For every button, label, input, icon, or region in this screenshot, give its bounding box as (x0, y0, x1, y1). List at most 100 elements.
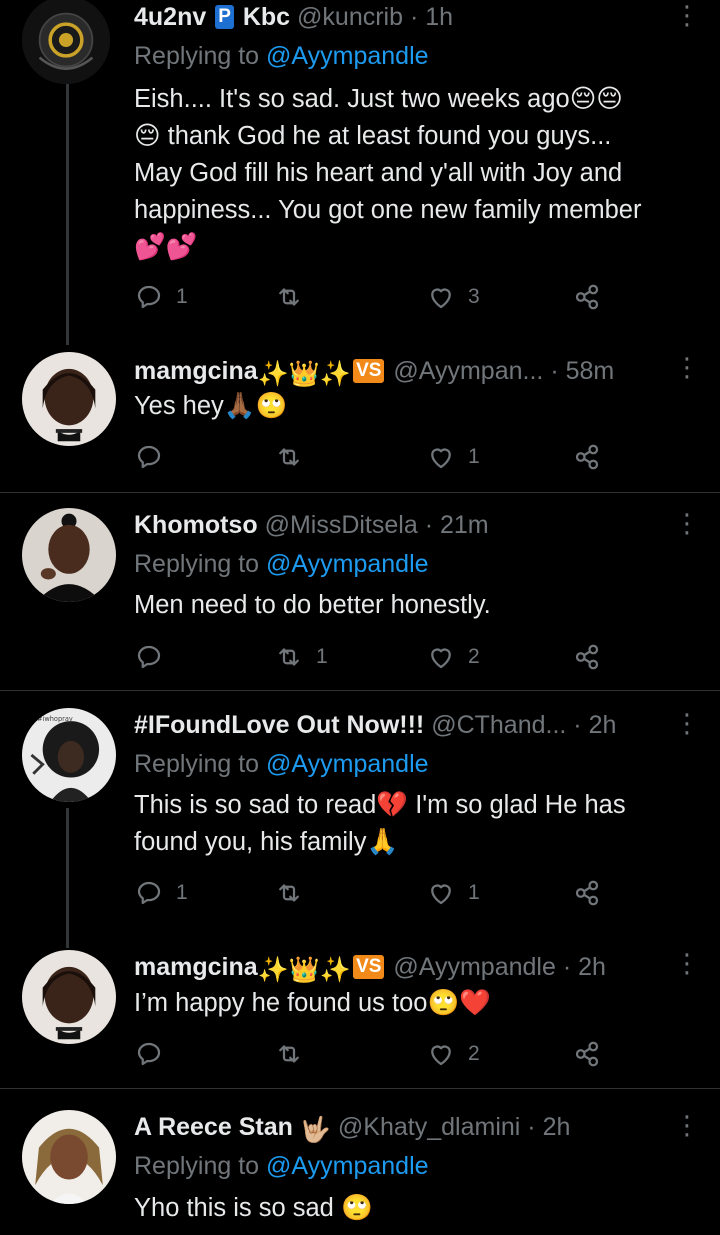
avatar[interactable] (22, 508, 116, 602)
user-handle[interactable]: @Khaty_dlamini (338, 1113, 520, 1141)
mention-link[interactable]: @Ayympandle (266, 42, 429, 70)
more-icon[interactable]: ⋮ (674, 1110, 700, 1140)
display-name[interactable]: 4u2nv (134, 3, 206, 31)
retweet-button[interactable] (274, 1034, 316, 1074)
name-emojis: 🤟🏼 (299, 1116, 331, 1144)
tweet-text-line: Yho this is so sad 🙄 (134, 1194, 373, 1222)
tweet-2[interactable]: mamgcina✨👑✨ VS @Ayympan... · 58m ⋮ Yes he… (0, 350, 720, 490)
retweet-icon (279, 648, 299, 666)
share-icon (575, 284, 599, 310)
user-handle[interactable]: @Ayympandle (393, 953, 556, 981)
timestamp[interactable]: 2h (543, 1113, 571, 1141)
heart-icon (431, 288, 451, 309)
tweet-6[interactable]: A Reece Stan 🤟🏼 @Khaty_dlamini · 2h ⋮ Re… (0, 1108, 720, 1235)
retweet-button[interactable] (274, 277, 316, 317)
tweet-5[interactable]: mamgcina✨👑✨ VS @Ayympandle · 2h ⋮ I’m hap… (0, 948, 720, 1088)
reply-button[interactable] (134, 1034, 176, 1074)
user-handle[interactable]: @CThand... (431, 711, 566, 739)
timestamp[interactable]: 2h (578, 953, 606, 981)
timestamp[interactable]: 1h (425, 3, 453, 31)
tweet-header: #IFoundLove Out Now!!! @CThand... · 2h (134, 708, 676, 742)
retweet-icon (279, 448, 299, 466)
tweet-4[interactable]: #iwhopray #IFoundLove Out Now!!! @CThand… (0, 706, 720, 946)
avatar[interactable]: #iwhopray (22, 708, 116, 802)
separator-dot: · (424, 511, 434, 539)
share-button[interactable] (572, 277, 602, 317)
retweet-button[interactable] (274, 437, 316, 477)
tweet-header: mamgcina✨👑✨ VS @Ayympan... · 58m (134, 354, 676, 388)
tweet-text: This is so sad to read💔 I'm so glad He h… (134, 787, 700, 861)
avatar-image (22, 950, 116, 1044)
display-name[interactable]: #IFoundLove Out Now!!! (134, 711, 424, 739)
display-name[interactable]: mamgcina (134, 357, 258, 385)
like-button[interactable]: 2 (426, 1034, 480, 1074)
separator-dot: · (409, 3, 419, 31)
reply-button[interactable]: 1 (134, 277, 188, 317)
share-icon (575, 880, 599, 906)
share-icon (575, 644, 599, 670)
divider (0, 492, 720, 493)
tweet-text: Yes hey🙏🏾🙄 (134, 388, 700, 425)
user-handle[interactable]: @kuncrib (297, 3, 403, 31)
replying-label: Replying to (134, 550, 267, 578)
more-icon[interactable]: ⋮ (674, 352, 700, 382)
tweet-3[interactable]: Khomotso @MissDitsela · 21m ⋮ Replying t… (0, 508, 720, 688)
display-name-suffix[interactable]: Kbc (243, 3, 290, 31)
avatar-image: #iwhopray (22, 708, 116, 802)
user-handle[interactable]: @Ayympan... (393, 357, 543, 385)
share-button[interactable] (572, 873, 602, 913)
tweet-text: Men need to do better honestly. (134, 587, 700, 624)
timestamp[interactable]: 2h (589, 711, 617, 739)
reply-button[interactable]: 1 (134, 873, 188, 913)
replying-to: Replying to @Ayympandle (134, 747, 690, 781)
tweet-header: Khomotso @MissDitsela · 21m (134, 508, 676, 542)
parking-badge: P (215, 5, 234, 29)
like-count: 1 (468, 881, 480, 904)
like-button[interactable]: 1 (426, 873, 480, 913)
divider (0, 1088, 720, 1089)
retweet-button[interactable] (274, 873, 316, 913)
avatar[interactable] (22, 950, 116, 1044)
action-bar: 2 (134, 1034, 614, 1074)
retweet-icon (279, 288, 299, 306)
tweet-text: I’m happy he found us too🙄❤️ (134, 985, 700, 1022)
vs-badge: VS (353, 359, 385, 383)
share-button[interactable] (572, 1034, 602, 1074)
avatar[interactable] (22, 0, 110, 84)
separator-dot: · (527, 1113, 536, 1141)
mention-link[interactable]: @Ayympandle (266, 750, 429, 778)
replying-label: Replying to (134, 750, 267, 778)
share-button[interactable] (572, 637, 602, 677)
display-name[interactable]: A Reece Stan (134, 1113, 293, 1141)
tweet-text-line: 😔 thank God he at least found you guys..… (134, 122, 612, 150)
avatar[interactable] (22, 352, 116, 446)
tweet-1[interactable]: 4u2nv P Kbc @kuncrib · 1h ⋮ Replying to … (0, 0, 720, 340)
tweet-header: A Reece Stan 🤟🏼 @Khaty_dlamini · 2h (134, 1110, 676, 1144)
like-button[interactable]: 3 (426, 277, 480, 317)
more-icon[interactable]: ⋮ (674, 0, 700, 30)
more-icon[interactable]: ⋮ (674, 948, 700, 978)
like-count: 2 (468, 645, 480, 668)
more-icon[interactable]: ⋮ (674, 708, 700, 738)
mention-link[interactable]: @Ayympandle (266, 1152, 429, 1180)
like-button[interactable]: 1 (426, 437, 480, 477)
share-button[interactable] (572, 437, 602, 477)
tweet-text: Yho this is so sad 🙄 (134, 1190, 700, 1227)
display-name[interactable]: Khomotso (134, 511, 258, 539)
avatar[interactable] (22, 1110, 116, 1204)
mention-link[interactable]: @Ayympandle (266, 550, 429, 578)
reply-button[interactable] (134, 637, 176, 677)
replying-to: Replying to @Ayympandle (134, 1149, 690, 1183)
retweet-icon (279, 1045, 299, 1063)
retweet-button[interactable]: 1 (274, 637, 328, 677)
like-button[interactable]: 2 (426, 637, 480, 677)
more-icon[interactable]: ⋮ (674, 508, 700, 538)
reply-icon (137, 645, 161, 669)
timestamp[interactable]: 58m (566, 357, 615, 385)
display-name[interactable]: mamgcina (134, 953, 258, 981)
reply-icon (137, 445, 161, 469)
user-handle[interactable]: @MissDitsela (265, 511, 418, 539)
reply-button[interactable] (134, 437, 176, 477)
timestamp[interactable]: 21m (440, 511, 489, 539)
tweet-text-line: 💕💕 (134, 233, 198, 261)
